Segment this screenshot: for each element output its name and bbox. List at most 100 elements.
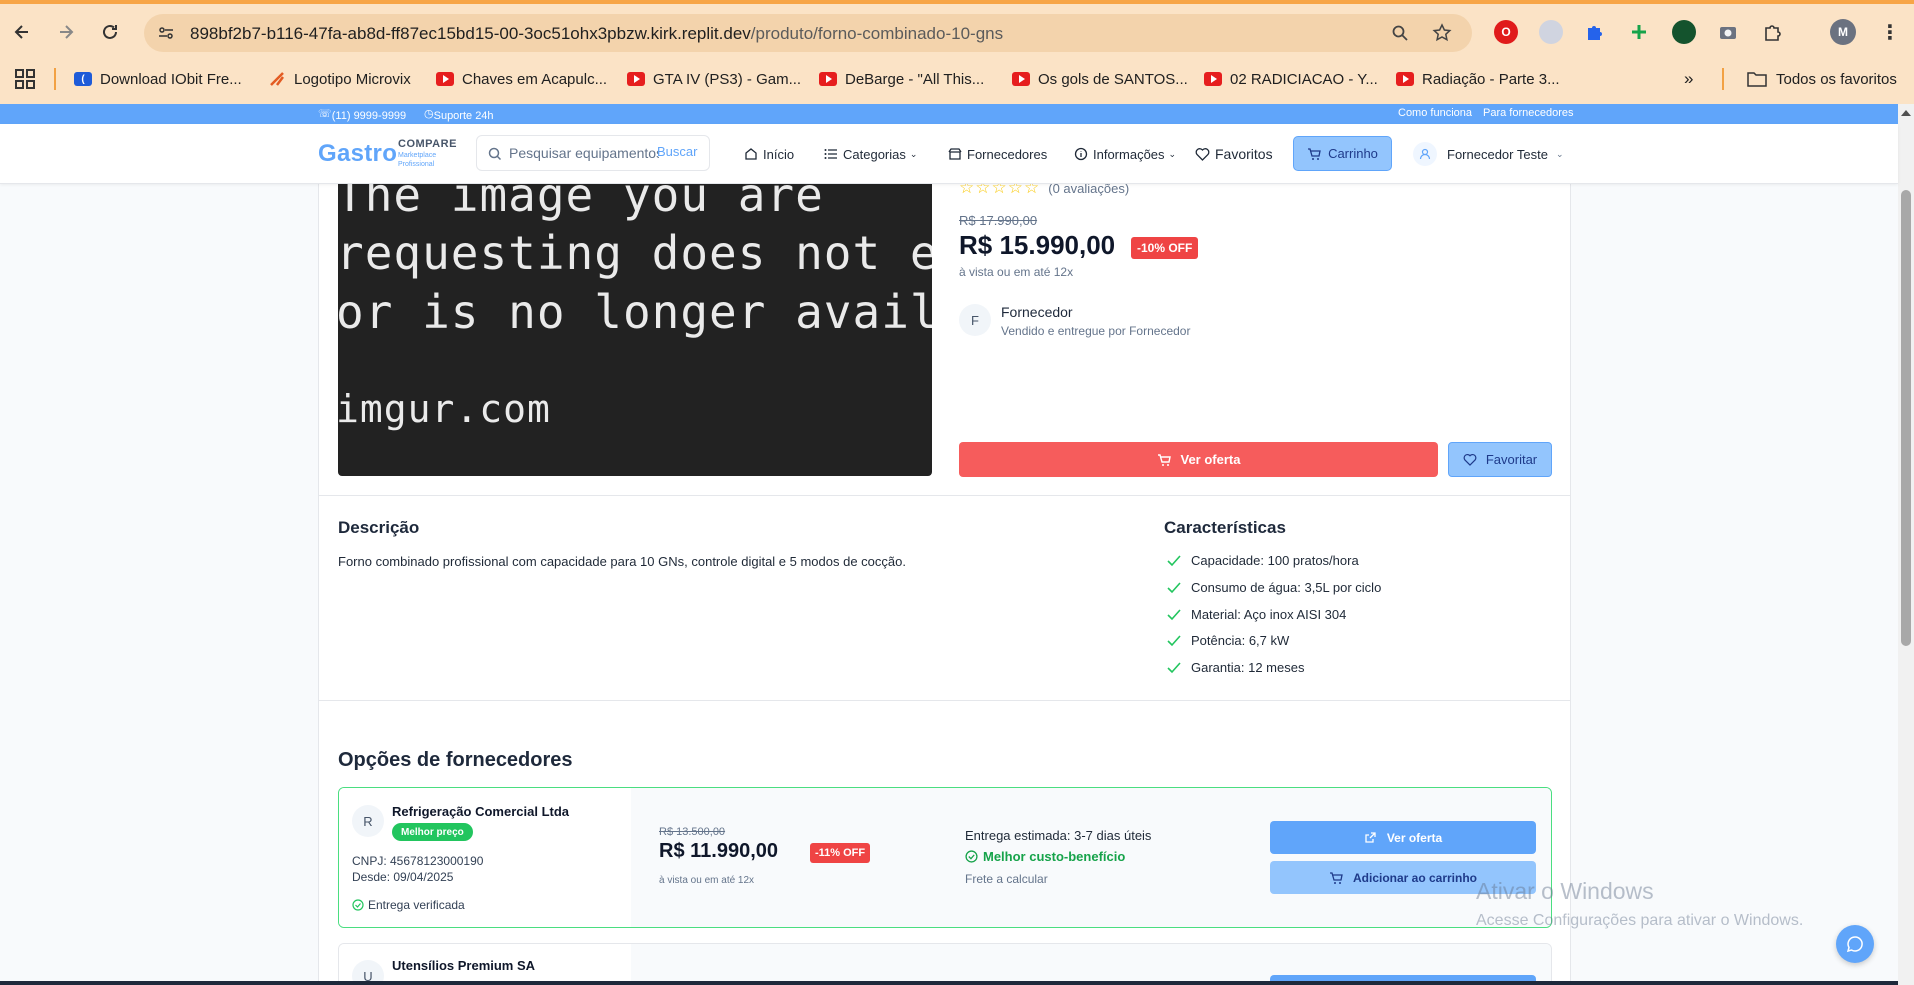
offer-view-label: Ver oferta xyxy=(1386,830,1443,845)
for-suppliers-link[interactable]: Para fornecedores xyxy=(1483,107,1574,119)
apps-grid-icon[interactable] xyxy=(14,68,36,90)
search-input[interactable] xyxy=(509,143,659,163)
feature-item: Material: Aço inox AISI 304 xyxy=(1167,607,1346,622)
feature-item: Garantia: 12 meses xyxy=(1167,660,1304,675)
scroll-up-arrow-icon[interactable] xyxy=(1901,110,1911,116)
offer-supplier-name[interactable]: Refrigeração Comercial Ltda xyxy=(392,804,569,819)
nav-suppliers[interactable]: Fornecedores xyxy=(948,144,1047,164)
puzzle-extension-icon[interactable] xyxy=(1582,20,1606,44)
offer-supplier-info: U Utensílios Premium SA xyxy=(339,944,631,985)
offer-supplier-name[interactable]: Utensílios Premium SA xyxy=(392,958,535,973)
bookmark-star-icon[interactable] xyxy=(1432,23,1452,43)
page-scrollbar[interactable] xyxy=(1898,104,1914,985)
reload-icon[interactable] xyxy=(96,18,124,46)
favorite-button[interactable]: Favoritar xyxy=(1448,442,1552,477)
star-icon: ☆ xyxy=(991,184,1007,197)
supplier-options-title: Opções de fornecedores xyxy=(338,749,573,771)
nav-home[interactable]: Início xyxy=(744,144,794,164)
bookmark-item[interactable]: (Download IObit Fre... xyxy=(74,67,242,91)
rating-stars: ☆ ☆ ☆ ☆ ☆ (0 avaliações) xyxy=(959,184,1129,198)
store-icon xyxy=(948,148,962,160)
heart-icon xyxy=(1463,453,1477,466)
youtube-icon xyxy=(627,72,645,86)
discount-badge: -10% OFF xyxy=(1131,237,1199,259)
nav-favorites[interactable]: Favoritos xyxy=(1195,144,1273,164)
profile-initial: M xyxy=(1838,25,1848,39)
zoom-icon[interactable] xyxy=(1390,23,1410,43)
forward-arrow-icon[interactable] xyxy=(52,18,80,46)
iobit-icon: ( xyxy=(74,72,92,86)
site-header: Gastro COMPARE Marketplace Profissional … xyxy=(0,124,1898,184)
cart-button[interactable]: Carrinho xyxy=(1293,136,1392,171)
camera-extension-icon[interactable] xyxy=(1716,20,1740,44)
description-text: Forno combinado profissional com capacid… xyxy=(338,554,906,569)
url-text[interactable]: 898bf2b7-b116-47fa-ab8d-ff87ec15bd15-00-… xyxy=(190,24,1003,44)
nav-categories-label: Categorias xyxy=(843,146,906,162)
bookmark-item[interactable]: Os gols de SANTOS... xyxy=(1012,67,1188,91)
how-it-works-link[interactable]: Como funciona xyxy=(1398,107,1472,119)
opera-extension-icon[interactable]: O xyxy=(1494,20,1518,44)
bookmark-item[interactable]: Logotipo Microvix xyxy=(268,67,411,91)
chevron-down-icon: ⌄ xyxy=(1168,148,1177,159)
offer-freight: Frete a calcular xyxy=(965,872,1048,886)
image-text-line: imgur.com xyxy=(338,387,551,431)
profile-avatar[interactable]: M xyxy=(1830,19,1856,45)
star-icon: ☆ xyxy=(1007,184,1023,197)
external-link-icon xyxy=(1365,832,1376,843)
home-icon xyxy=(745,148,757,160)
bookmark-separator xyxy=(1722,68,1724,90)
site-info-icon[interactable] xyxy=(156,23,176,43)
view-offer-button[interactable]: Ver oferta xyxy=(959,442,1438,477)
offer-since: Desde: 09/04/2025 xyxy=(352,870,454,884)
check-circle-icon xyxy=(965,850,978,863)
product-old-price: R$ 17.990,00 xyxy=(959,213,1038,228)
browser-chrome: 898bf2b7-b116-47fa-ab8d-ff87ec15bd15-00-… xyxy=(0,0,1914,104)
nav-info[interactable]: Informações ⌄ xyxy=(1074,144,1176,164)
offer-cnpj: CNPJ: 45678123000190 xyxy=(352,854,484,868)
green-extension-icon[interactable] xyxy=(1672,20,1696,44)
check-icon xyxy=(1167,554,1181,566)
check-icon xyxy=(1167,634,1181,646)
search-box: Buscar xyxy=(476,135,710,171)
offer-view-button[interactable]: Ver oferta xyxy=(1270,821,1536,854)
nav-categories[interactable]: Categorias ⌄ xyxy=(824,144,917,164)
bookmark-label: DeBarge - "All This... xyxy=(845,70,985,88)
phone-text: (11) 9999-9999 xyxy=(331,110,407,122)
user-icon xyxy=(1419,148,1431,160)
user-name: Fornecedor Teste xyxy=(1447,146,1548,162)
extensions-menu-icon[interactable] xyxy=(1760,20,1784,44)
bookmark-item[interactable]: Chaves em Acapulc... xyxy=(436,67,607,91)
back-arrow-icon[interactable] xyxy=(8,18,36,46)
all-bookmarks[interactable]: Todos os favoritos xyxy=(1746,67,1897,91)
supplier-name[interactable]: Fornecedor xyxy=(1001,304,1073,320)
search-icon xyxy=(488,147,502,161)
support-text: Suporte 24h xyxy=(433,110,494,122)
user-menu[interactable]: Fornecedor Teste ⌄ xyxy=(1413,142,1563,166)
bookmark-item[interactable]: Radiação - Parte 3... xyxy=(1396,67,1560,91)
view-offer-label: Ver oferta xyxy=(1180,452,1241,467)
youtube-icon xyxy=(819,72,837,86)
bookmark-item[interactable]: GTA IV (PS3) - Gam... xyxy=(627,67,801,91)
address-bar[interactable]: 898bf2b7-b116-47fa-ab8d-ff87ec15bd15-00-… xyxy=(144,14,1472,52)
search-button[interactable]: Buscar xyxy=(657,144,697,159)
bookmark-label: Logotipo Microvix xyxy=(294,70,411,88)
plus-extension-icon[interactable] xyxy=(1627,20,1651,44)
offer-discount-badge: -11% OFF xyxy=(810,843,871,863)
bookmark-item[interactable]: 02 RADICIACAO - Y... xyxy=(1204,67,1378,91)
cloud-extension-icon[interactable] xyxy=(1539,20,1563,44)
chat-button[interactable] xyxy=(1836,925,1874,963)
nav-favorites-label: Favoritos xyxy=(1215,146,1273,162)
feature-text: Capacidade: 100 pratos/hora xyxy=(1191,553,1359,568)
delivery-verified: Entrega verificada xyxy=(352,898,465,912)
logo-tagline: Profissional xyxy=(398,161,435,168)
support-contact[interactable]: ◷ Suporte 24h xyxy=(424,107,494,122)
scrollbar-thumb[interactable] xyxy=(1901,190,1911,646)
bookmark-label: GTA IV (PS3) - Gam... xyxy=(653,70,802,88)
phone-contact[interactable]: ☏ (11) 9999-9999 xyxy=(318,107,406,122)
bookmark-item[interactable]: DeBarge - "All This... xyxy=(819,67,984,91)
supplier-offer-card: R Refrigeração Comercial Ltda Melhor pre… xyxy=(338,787,1552,928)
browser-menu-icon[interactable]: ⋮ xyxy=(1878,20,1902,44)
heart-icon xyxy=(1195,148,1210,161)
logo-compare-text: COMPARE xyxy=(398,138,457,150)
more-bookmarks-icon[interactable]: » xyxy=(1684,67,1693,91)
